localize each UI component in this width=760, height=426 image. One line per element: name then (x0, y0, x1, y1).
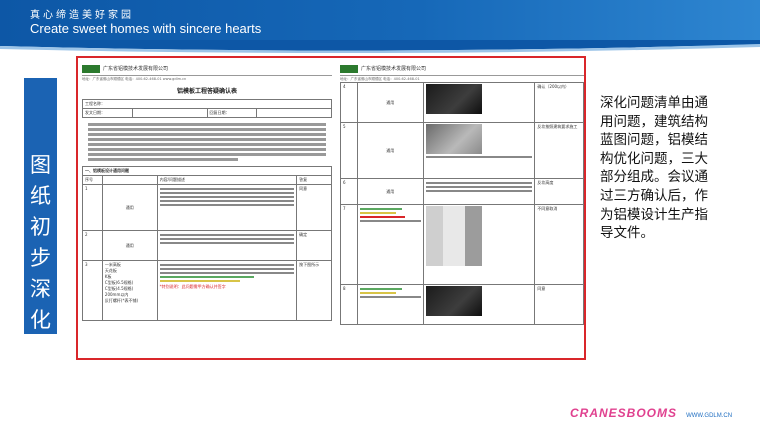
side-title-char: 纸 (30, 184, 51, 208)
document-page-left: 广东省铝模技术发展有限公司 地址：广东省佛山市顺德区 电话：400-62-468… (82, 62, 332, 358)
footer-brand-logo: CRANESBOOMS WWW.GDLM.CN (570, 402, 750, 420)
site-photo (425, 124, 482, 154)
brand-website: WWW.GDLM.CN (686, 413, 733, 419)
table-row: 2 通用 确定 (82, 230, 332, 261)
col-header-no: 序号 (82, 175, 103, 185)
document-preview-frame: 广东省铝模技术发展有限公司 地址：广东省佛山市顺德区 电话：400-62-468… (76, 56, 586, 360)
brand-name: CRANESBOOMS (570, 406, 678, 420)
side-title-char: 化 (30, 308, 51, 332)
table-row: 3 一米高板 天花板 K板 C型板(6.5规格) C型板(4.5规格) 200m… (82, 260, 332, 321)
section-title: 一、铝模板设计通用问题 (82, 166, 332, 176)
issues-table-left: 一、铝模板设计通用问题 序号 内容/问题描述 答复 1 通用 同意 2 通用 确… (82, 166, 332, 321)
table-row: 4 通用 确认（200以内） (340, 82, 584, 123)
company-name: 广东省铝模技术发展有限公司 (361, 66, 427, 72)
project-label: 工程名称： (82, 99, 332, 109)
col-header-reply: 答复 (296, 175, 332, 185)
side-title-char: 步 (30, 246, 51, 270)
form-title: 铝模板工程答疑确认表 (176, 88, 237, 95)
issues-table-right: 4 通用 确认（200以内） 5 通用 反坎按照建筑要求施工 6 通用 反坎高度 (340, 82, 584, 325)
drawing-snapshot (425, 286, 482, 316)
company-header: 广东省铝模技术发展有限公司 (340, 62, 584, 76)
header-banner: 真心缔造美好家园 Create sweet homes with sincere… (0, 0, 760, 54)
company-name: 广东省铝模技术发展有限公司 (103, 66, 169, 72)
side-title-char: 初 (30, 215, 51, 239)
document-page-right: 广东省铝模技术发展有限公司 地址：广东省佛山市顺德区 电话：400-62-468… (340, 62, 584, 358)
table-row: 1 通用 同意 (82, 184, 332, 231)
header-swoosh-graphic (0, 40, 760, 54)
party-b-label: 回复日期： (206, 108, 258, 118)
table-row: 6 通用 反坎高度 (340, 178, 584, 205)
party-a-label: 发文日期： (82, 108, 133, 118)
table-row: 7 不同意取消 (340, 204, 584, 285)
company-header: 广东省铝模技术发展有限公司 (82, 62, 332, 76)
drawing-snapshot (425, 84, 482, 114)
site-photo (425, 206, 482, 266)
company-logo-icon (340, 64, 358, 73)
company-logo-icon (82, 64, 100, 73)
tagline-chinese: 真心缔造美好家园 (30, 10, 134, 21)
description-text: 深化问题清单由通用问题，建筑结构蓝图问题，铝模结构优化问题，三大部分组成。会议通… (600, 95, 708, 242)
side-title-char: 图 (30, 153, 51, 177)
red-note: *特别说明：此问题需甲方确认并签字 (159, 284, 226, 289)
legend-item: 反打螺杆(*表不铺) (104, 298, 139, 303)
slide: 真心缔造美好家园 Create sweet homes with sincere… (0, 0, 760, 426)
table-row: 8 同意 (340, 284, 584, 325)
side-title-box: 图 纸 初 步 深 化 (24, 78, 57, 334)
form-header-table: 工程名称： 发文日期： 回复日期： (82, 99, 332, 118)
tagline-english: Create sweet homes with sincere hearts (30, 21, 262, 36)
table-row: 5 通用 反坎按照建筑要求施工 (340, 122, 584, 179)
notes-paragraph (82, 118, 332, 166)
side-title-char: 深 (30, 277, 51, 301)
col-header-item: 内容/问题描述 (156, 175, 298, 185)
company-address: 地址：广东省佛山市顺德区 电话：400-62-468-01 www.gdlm.c… (82, 77, 187, 81)
